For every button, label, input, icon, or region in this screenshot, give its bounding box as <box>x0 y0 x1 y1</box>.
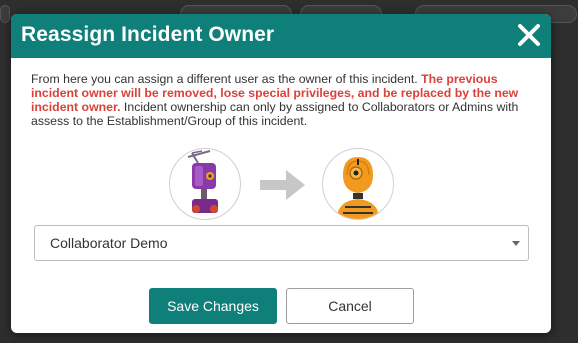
background-control <box>0 5 10 23</box>
current-owner-avatar <box>169 148 241 220</box>
new-owner-avatar <box>322 148 394 220</box>
owner-transfer-row <box>11 148 551 220</box>
description-intro: From here you can assign a different use… <box>31 72 422 86</box>
save-changes-button[interactable]: Save Changes <box>149 288 277 324</box>
arrow-right-icon <box>260 170 305 200</box>
chevron-down-icon <box>512 241 520 246</box>
dialog-title: Reassign Incident Owner <box>21 23 275 46</box>
orange-robot-avatar <box>337 157 379 219</box>
owner-select-value: Collaborator Demo <box>50 235 168 251</box>
dialog-header: Reassign Incident Owner <box>11 14 551 58</box>
close-button[interactable] <box>516 22 542 48</box>
owner-select[interactable]: Collaborator Demo <box>34 225 529 261</box>
reassign-owner-dialog: Reassign Incident Owner From here you ca… <box>11 14 551 333</box>
close-icon <box>518 24 540 46</box>
dialog-description: From here you can assign a different use… <box>31 72 536 128</box>
cancel-button[interactable]: Cancel <box>286 288 414 324</box>
purple-robot-avatar <box>187 150 218 213</box>
